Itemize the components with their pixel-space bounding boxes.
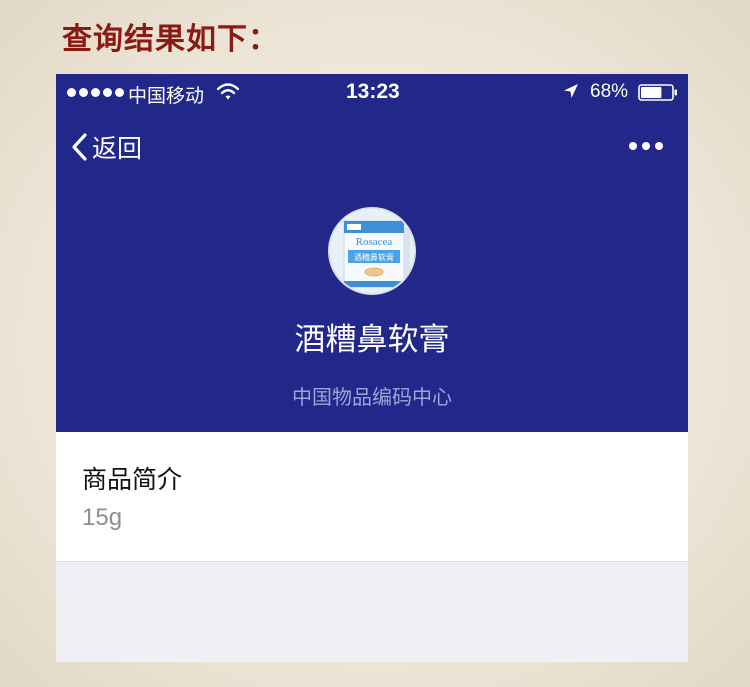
status-bar: 中国移动 13:23 68%: [56, 74, 688, 110]
back-label: 返回: [92, 134, 143, 163]
product-header: 中国移动 13:23 68% 返回 Rosacea 酒糟鼻软膏 酒糟鼻软膏 中国…: [56, 74, 688, 432]
product-image-name-text: 酒糟鼻软膏: [354, 252, 394, 262]
publisher-name: 中国物品编码中心: [292, 385, 452, 409]
more-dots-icon: [629, 142, 637, 150]
signal-strength-icon: [67, 88, 124, 97]
battery-icon: [638, 84, 677, 101]
location-arrow-icon: [564, 84, 578, 98]
product-image: Rosacea 酒糟鼻软膏: [328, 207, 416, 295]
carrier-name: 中国移动: [128, 86, 205, 107]
page-heading: 查询结果如下：: [62, 22, 279, 57]
battery-percentage: 68%: [590, 81, 629, 102]
back-button[interactable]: 返回: [70, 130, 142, 164]
phone-screen: 中国移动 13:23 68% 返回 Rosacea 酒糟鼻软膏 酒糟鼻软膏 中国…: [56, 74, 688, 662]
wifi-icon: [217, 83, 239, 100]
info-title: 商品简介: [82, 465, 183, 494]
product-info-card: 商品简介 15g: [56, 432, 688, 562]
product-name: 酒糟鼻软膏: [294, 322, 450, 358]
status-time: 13:23: [346, 80, 400, 103]
chevron-left-icon: [72, 133, 87, 161]
info-value: 15g: [82, 504, 123, 531]
product-image-brand-text: Rosacea: [356, 236, 393, 248]
more-options-button[interactable]: [624, 136, 668, 156]
